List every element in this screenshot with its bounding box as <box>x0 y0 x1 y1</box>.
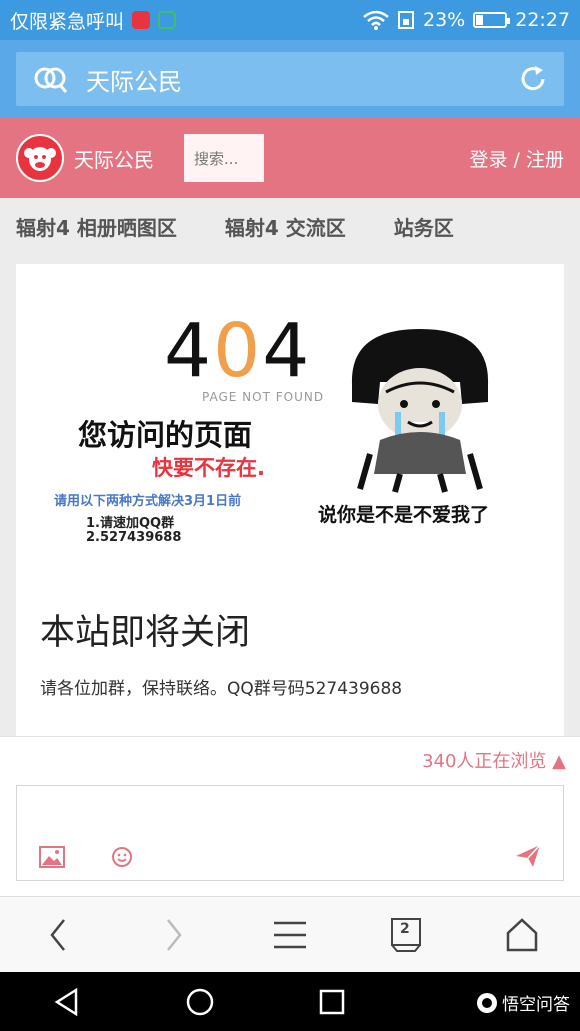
reload-icon[interactable] <box>518 64 548 94</box>
site-logo[interactable] <box>16 134 64 182</box>
viewer-count[interactable]: 340人正在浏览 ▲ <box>422 747 566 773</box>
forward-button[interactable] <box>144 905 204 965</box>
battery-icon <box>473 12 511 28</box>
tab-count: 2 <box>400 920 410 937</box>
comment-input[interactable] <box>16 785 564 881</box>
shield-icon <box>158 11 177 29</box>
back-triangle-icon[interactable] <box>52 987 82 1017</box>
crying-meme-image <box>351 329 489 493</box>
nav-item-gallery[interactable]: 辐射4 相册晒图区 <box>16 212 177 241</box>
notice-line-4: 1.请速加QQ群 <box>86 516 175 531</box>
search-icon <box>34 67 68 93</box>
article-body: 请各位加群，保持联络。QQ群号码527439688 <box>40 679 403 699</box>
meme-caption: 说你是不是不爱我了 <box>318 504 490 526</box>
nav-item-site-affairs[interactable]: 站务区 <box>394 212 454 241</box>
wukong-logo-icon <box>477 992 497 1013</box>
menu-button[interactable] <box>260 905 320 965</box>
browser-address-bar: 天际公民 <box>0 40 580 118</box>
article-headline: 本站即将关闭 <box>40 613 251 653</box>
nav-item-discussion[interactable]: 辐射4 交流区 <box>225 212 346 241</box>
sim-icon <box>398 11 414 29</box>
content-card: 404 PAGE NOT FOUND 您访问的页面 快要不存在. 请用以下两种方… <box>16 264 564 744</box>
back-button[interactable] <box>28 905 88 965</box>
clock: 22:27 <box>515 9 570 31</box>
app-notification-icon <box>132 11 151 29</box>
home-icon <box>506 917 538 951</box>
recents-square-icon[interactable] <box>319 989 345 1015</box>
url-field[interactable]: 天际公民 <box>16 52 564 106</box>
address-title: 天际公民 <box>86 67 182 96</box>
image-upload-icon[interactable] <box>39 846 65 868</box>
home-button[interactable] <box>492 905 552 965</box>
emoji-icon[interactable] <box>111 846 133 868</box>
search-input[interactable]: 搜索... <box>184 134 264 182</box>
notice-line-3: 请用以下两种方式解决3月1日前 <box>54 494 242 509</box>
send-icon[interactable] <box>515 844 541 868</box>
carrier-text: 仅限紧急呼叫 <box>10 10 125 33</box>
site-name[interactable]: 天际公民 <box>74 144 154 173</box>
site-header: 天际公民 搜索... 登录 / 注册 <box>0 118 580 198</box>
forum-nav: 辐射4 相册晒图区 辐射4 交流区 站务区 <box>0 198 580 254</box>
page-not-found-label: PAGE NOT FOUND <box>202 390 325 404</box>
battery-percent: 23% <box>423 9 466 31</box>
watermark: 悟空问答 <box>476 990 570 1015</box>
comment-area: 340人正在浏览 ▲ <box>0 736 580 896</box>
menu-icon <box>274 921 306 948</box>
login-register-link[interactable]: 登录 / 注册 <box>470 145 564 172</box>
tabs-button[interactable]: 2 <box>376 905 436 965</box>
chevron-left-icon <box>50 918 65 951</box>
chevron-right-icon <box>167 918 182 951</box>
error-404-number: 404 <box>164 308 312 394</box>
browser-bottom-bar: 2 <box>0 896 580 972</box>
status-bar: 仅限紧急呼叫 23% 22:27 <box>0 0 580 40</box>
monkey-logo-icon <box>24 147 56 171</box>
wifi-icon <box>363 10 389 30</box>
notice-line-1: 您访问的页面 <box>78 418 253 452</box>
notice-line-2: 快要不存在. <box>152 456 265 480</box>
notice-line-5: 2.527439688 <box>86 530 182 545</box>
home-circle-icon[interactable] <box>185 987 215 1017</box>
